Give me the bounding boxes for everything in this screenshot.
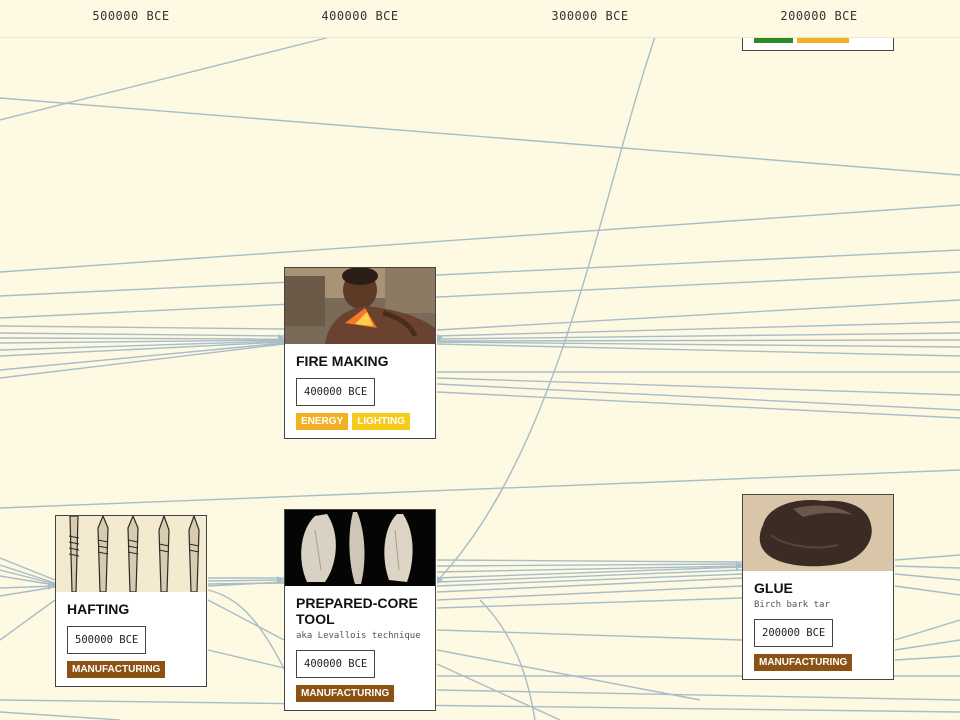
card-title: HAFTING <box>67 601 130 617</box>
axis-tick-label: 300000 BCE <box>551 9 629 23</box>
prepared-core-tool-image <box>285 510 435 586</box>
fire-making-image <box>285 268 435 344</box>
card-title: GLUE <box>754 580 793 596</box>
card-date: 500000 BCE <box>67 626 147 654</box>
tag-manufacturing[interactable]: MANUFACTURING <box>67 661 166 678</box>
card-date: 400000 BCE <box>296 378 376 406</box>
tag-lighting[interactable]: LIGHTING <box>352 413 411 430</box>
card-title: PREPARED-CORE TOOL <box>296 595 418 627</box>
tag-manufacturing[interactable]: MANUFACTURING <box>296 685 395 702</box>
hafting-image <box>56 516 206 592</box>
card-prepared-core-tool[interactable]: PREPARED-CORE TOOL aka Levallois techniq… <box>284 509 436 711</box>
card-date: 200000 BCE <box>754 619 834 647</box>
card-glue[interactable]: GLUE Birch bark tar 200000 BCE MANUFACTU… <box>742 494 894 680</box>
timeline-axis: 500000 BCE 400000 BCE 300000 BCE 200000 … <box>0 0 960 38</box>
glue-image <box>743 495 893 571</box>
card-subtitle: aka Levallois technique <box>296 631 421 641</box>
axis-tick-label: 400000 BCE <box>321 9 399 23</box>
tag-manufacturing[interactable]: MANUFACTURING <box>754 654 853 671</box>
axis-tick-label: 200000 BCE <box>780 9 858 23</box>
axis-tick-label: 500000 BCE <box>92 9 170 23</box>
card-subtitle: Birch bark tar <box>754 600 830 610</box>
card-fire-making[interactable]: FIRE MAKING 400000 BCE ENERGY LIGHTING <box>284 267 436 439</box>
tag-energy[interactable]: ENERGY <box>296 413 349 430</box>
card-date: 400000 BCE <box>296 650 376 678</box>
card-title: FIRE MAKING <box>296 353 389 369</box>
card-hafting[interactable]: HAFTING 500000 BCE MANUFACTURING <box>55 515 207 687</box>
